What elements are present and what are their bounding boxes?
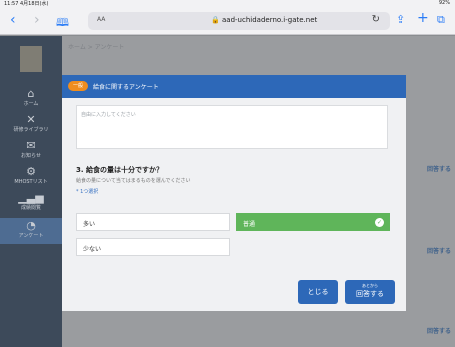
modal-header: 一般 給食に関するアンケート xyxy=(62,75,406,98)
close-button[interactable]: とじる xyxy=(298,280,338,304)
option-normal[interactable]: 普通 ✓ xyxy=(236,213,390,231)
question-title: 3. 給食の量は十分ですか？ xyxy=(76,166,163,174)
sidebar-item-label: アンケート xyxy=(18,233,44,239)
logo xyxy=(20,46,42,72)
address-bar[interactable]: AA 🔒 aad-uchidaderno.i-gate.net ↻ xyxy=(88,12,390,30)
lock-icon: 🔒 xyxy=(211,16,220,24)
answer-link[interactable]: 回答する xyxy=(427,246,451,255)
mail-icon: ✉ xyxy=(26,139,36,152)
question-description: 給食の量について当てはまるものを選んでください xyxy=(76,178,191,184)
required-mark: * 1つ選択 xyxy=(76,189,99,195)
sidebar-item-label: ホーム xyxy=(23,101,39,107)
modal-title: 給食に関するアンケート xyxy=(93,84,159,91)
tabs-icon[interactable]: ⧉ xyxy=(437,13,445,27)
share-icon[interactable]: ⇪ xyxy=(396,13,405,26)
home-icon: ⌂ xyxy=(27,87,35,100)
status-bar: 11:57 4月18日(水) 92% xyxy=(0,0,455,7)
pie-icon: ◔ xyxy=(26,219,36,232)
category-badge: 一般 xyxy=(68,81,88,91)
url-text: aad-uchidaderno.i-gate.net xyxy=(222,16,318,24)
check-icon: ✓ xyxy=(375,218,384,227)
close-button-label: とじる xyxy=(307,288,329,296)
sidebar-item-survey[interactable]: ◔ アンケート xyxy=(0,218,62,244)
battery-indicator: 92% xyxy=(438,0,450,6)
answer-link[interactable]: 回答する xyxy=(427,164,451,173)
sidebar-item-label: MHOSTリスト xyxy=(14,179,48,185)
plus-icon[interactable]: + xyxy=(417,10,429,26)
sidebar-item-label: お知らせ xyxy=(21,153,41,159)
gear-icon: ⚙ xyxy=(26,165,36,178)
sidebar-item-library[interactable]: ✕ 研修ライブラリ xyxy=(0,113,62,134)
sidebar-item-mhost[interactable]: ⚙ MHOSTリスト xyxy=(0,165,62,186)
survey-modal: 一般 給食に関するアンケート 自由に入力してください 3. 給食の量は十分ですか… xyxy=(62,75,406,311)
sidebar-item-grades[interactable]: ▁▃▅ 成績閲覧 xyxy=(0,191,62,212)
sidebar-item-label: 研修ライブラリ xyxy=(13,127,49,133)
chart-icon: ▁▃▅ xyxy=(18,191,44,204)
answer-later-button[interactable]: あとから 回答する xyxy=(345,280,395,304)
answer-sub-label: あとから xyxy=(362,283,378,288)
answer-button-label: 回答する xyxy=(356,290,384,298)
sidebar-item-label: 成績閲覧 xyxy=(20,205,41,211)
tools-icon: ✕ xyxy=(26,113,36,126)
browser-toolbar: ‹ › 🕮 AA 🔒 aad-uchidaderno.i-gate.net ↻ … xyxy=(0,7,455,35)
modal-body: 自由に入力してください 3. 給食の量は十分ですか？ 給食の量について当てはまる… xyxy=(62,98,406,311)
status-time: 11:57 4月18日(水) xyxy=(4,1,49,7)
reload-icon[interactable]: ↻ xyxy=(372,14,380,25)
sidebar: ⌂ ホーム ✕ 研修ライブラリ ✉ お知らせ ⚙ MHOSTリスト ▁▃▅ 成績… xyxy=(0,36,62,347)
free-text-input[interactable]: 自由に入力してください xyxy=(76,105,388,149)
sidebar-item-home[interactable]: ⌂ ホーム xyxy=(0,87,62,108)
textarea-placeholder: 自由に入力してください xyxy=(81,112,136,118)
answer-link[interactable]: 回答する xyxy=(427,326,451,335)
breadcrumb: ホーム > アンケート xyxy=(68,44,125,51)
option-few[interactable]: 少ない xyxy=(76,238,230,256)
option-label: 多い xyxy=(83,221,96,228)
chevron-right-icon[interactable]: › xyxy=(34,12,40,28)
option-label: 普通 xyxy=(243,221,256,228)
chevron-left-icon[interactable]: ‹ xyxy=(10,12,16,28)
option-label: 少ない xyxy=(83,246,102,253)
book-icon[interactable]: 🕮 xyxy=(56,14,69,33)
option-many[interactable]: 多い xyxy=(76,213,230,231)
text-size-button[interactable]: AA xyxy=(97,16,105,23)
sidebar-item-news[interactable]: ✉ お知らせ xyxy=(0,139,62,160)
